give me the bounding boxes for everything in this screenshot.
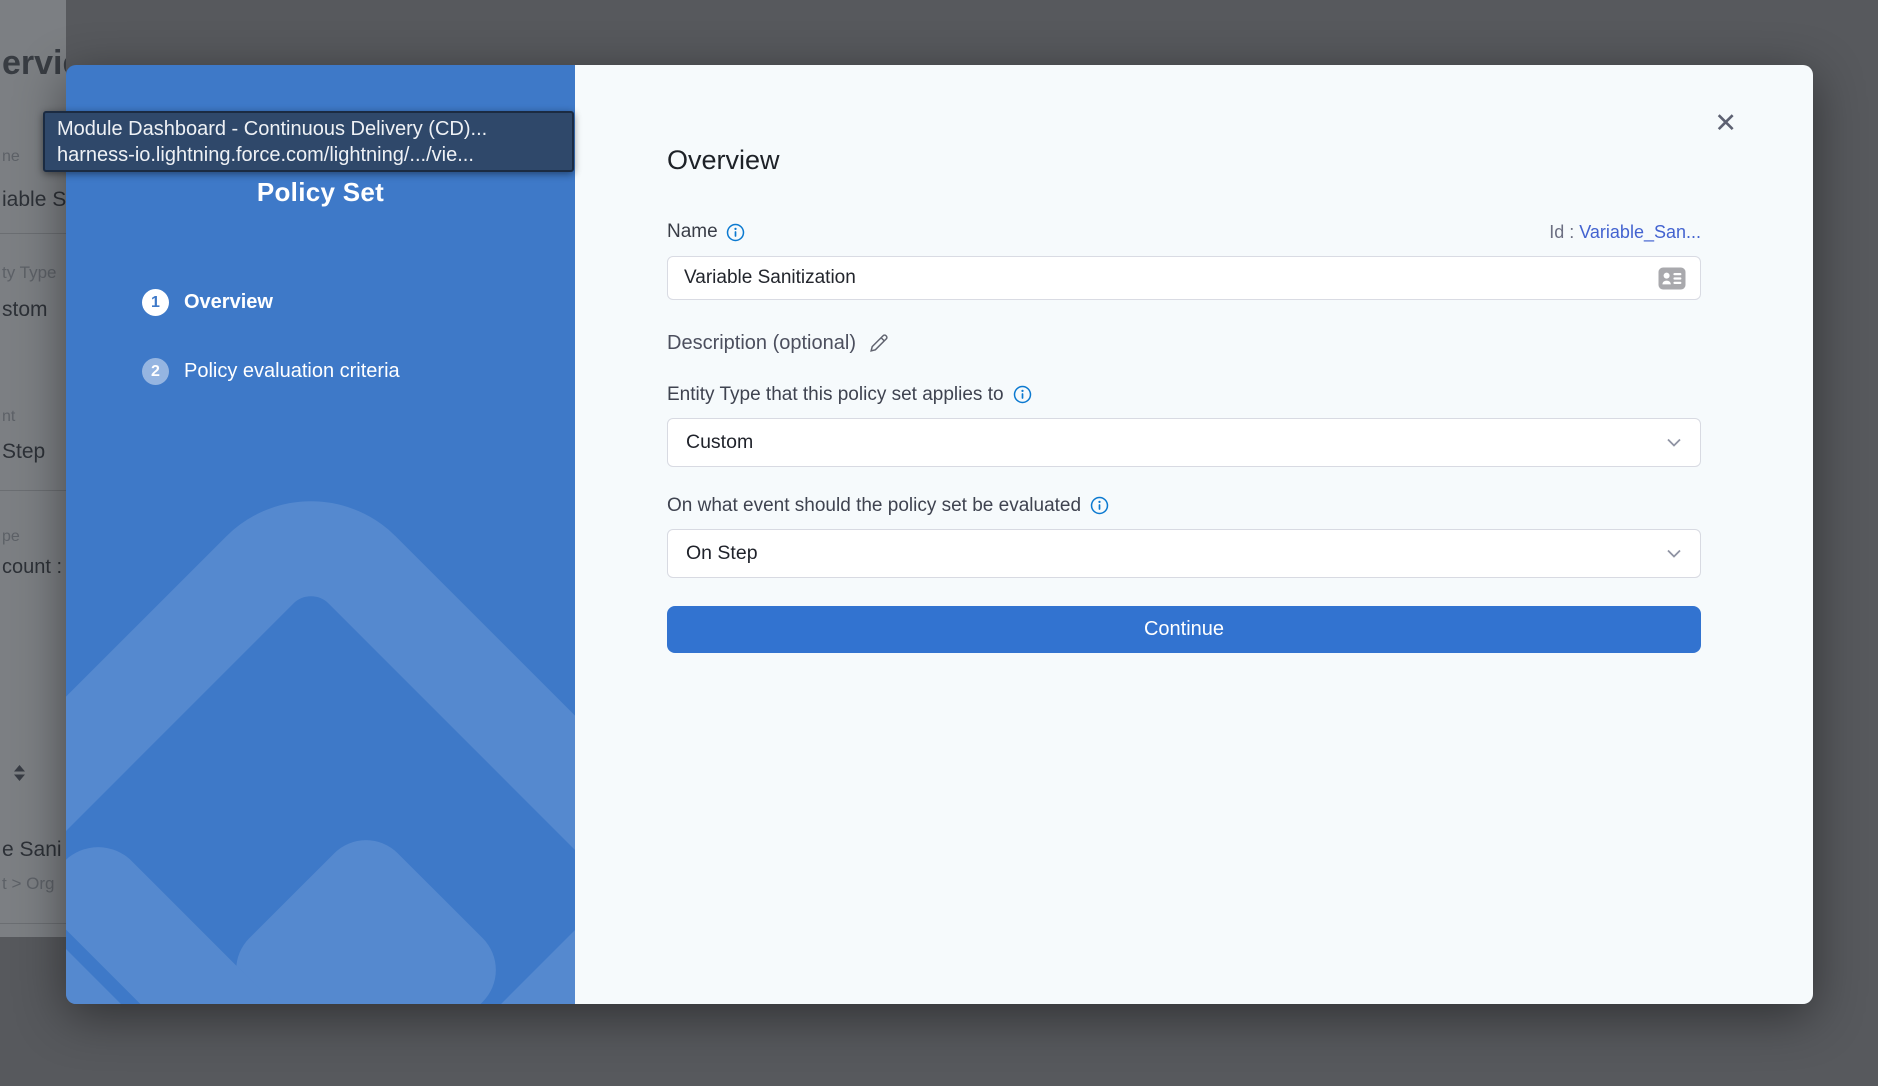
- wizard-panel: Policy Set 1 Overview 2 Policy evaluatio…: [66, 65, 575, 1004]
- entity-type-select[interactable]: Custom: [667, 418, 1701, 467]
- entity-type-label: Entity Type that this policy set applies…: [667, 384, 1004, 406]
- name-row: Name Id : Variable_San...: [667, 221, 1701, 243]
- contact-card-icon[interactable]: [1658, 267, 1686, 290]
- info-icon[interactable]: [1090, 496, 1109, 515]
- info-icon[interactable]: [1013, 385, 1032, 404]
- page-heading-fragment: erview: [2, 44, 66, 83]
- chevron-down-icon: [1666, 549, 1682, 559]
- id-prefix-label: Id :: [1549, 222, 1574, 242]
- wizard-step-policy-evaluation-criteria[interactable]: 2 Policy evaluation criteria: [142, 358, 400, 385]
- name-label-group: Name: [667, 221, 745, 243]
- event-label: On what event should the policy set be e…: [667, 495, 1081, 517]
- screen: erview ne iable S ty Type stom nt Step p…: [0, 0, 1878, 1086]
- page-entity-label-fragment: ty Type: [2, 263, 57, 283]
- step-number-badge: 2: [142, 358, 169, 385]
- overview-form-panel: ✕ Overview Name: [575, 65, 1813, 1004]
- page-entity-value-fragment: stom: [2, 298, 48, 322]
- entity-type-value: Custom: [686, 431, 753, 454]
- page-row-name-fragment: e Sani: [2, 838, 62, 862]
- wizard-title: Policy Set: [66, 177, 575, 208]
- name-input[interactable]: [684, 267, 1658, 289]
- step-label: Policy evaluation criteria: [184, 360, 400, 383]
- step-number-badge: 1: [142, 289, 169, 316]
- close-icon[interactable]: ✕: [1714, 110, 1737, 137]
- event-select[interactable]: On Step: [667, 529, 1701, 578]
- policy-set-modal: Policy Set 1 Overview 2 Policy evaluatio…: [66, 65, 1813, 1004]
- event-label-row: On what event should the policy set be e…: [667, 494, 1701, 517]
- description-label: Description (optional): [667, 332, 856, 355]
- step-label: Overview: [184, 291, 273, 314]
- page-type-label-fragment: pe: [2, 528, 20, 546]
- entity-type-label-row: Entity Type that this policy set applies…: [667, 383, 1701, 406]
- page-event-value-fragment: Step: [2, 440, 45, 464]
- divider: [0, 923, 66, 924]
- overview-form: Overview Name Id :: [667, 144, 1701, 653]
- name-label: Name: [667, 221, 718, 243]
- divider: [0, 233, 66, 234]
- page-name-value-fragment: iable S: [2, 188, 66, 212]
- page-name-label-fragment: ne: [2, 148, 20, 166]
- browser-tab-tooltip: Module Dashboard - Continuous Delivery (…: [43, 111, 574, 172]
- sort-icon: [12, 762, 27, 784]
- edit-pencil-icon[interactable]: [868, 333, 889, 354]
- divider: [0, 490, 66, 491]
- entity-id-link[interactable]: Variable_San...: [1579, 222, 1701, 242]
- entity-id-group: Id : Variable_San...: [1549, 222, 1701, 243]
- tab-tooltip-title: Module Dashboard - Continuous Delivery (…: [57, 116, 560, 142]
- page-account-value-fragment: count :: [2, 556, 62, 579]
- wizard-steps: 1 Overview 2 Policy evaluation criteria: [142, 289, 400, 427]
- description-row[interactable]: Description (optional): [667, 331, 1701, 355]
- chevron-down-icon: [1666, 438, 1682, 448]
- name-field: [667, 256, 1701, 300]
- wizard-step-overview[interactable]: 1 Overview: [142, 289, 400, 316]
- page-event-label-fragment: nt: [2, 408, 15, 426]
- continue-button[interactable]: Continue: [667, 606, 1701, 653]
- tab-tooltip-url: harness-io.lightning.force.com/lightning…: [57, 142, 560, 168]
- form-heading: Overview: [667, 144, 1701, 176]
- info-icon[interactable]: [726, 223, 745, 242]
- page-row-path-fragment: t > Org: [2, 874, 54, 894]
- event-value: On Step: [686, 542, 758, 565]
